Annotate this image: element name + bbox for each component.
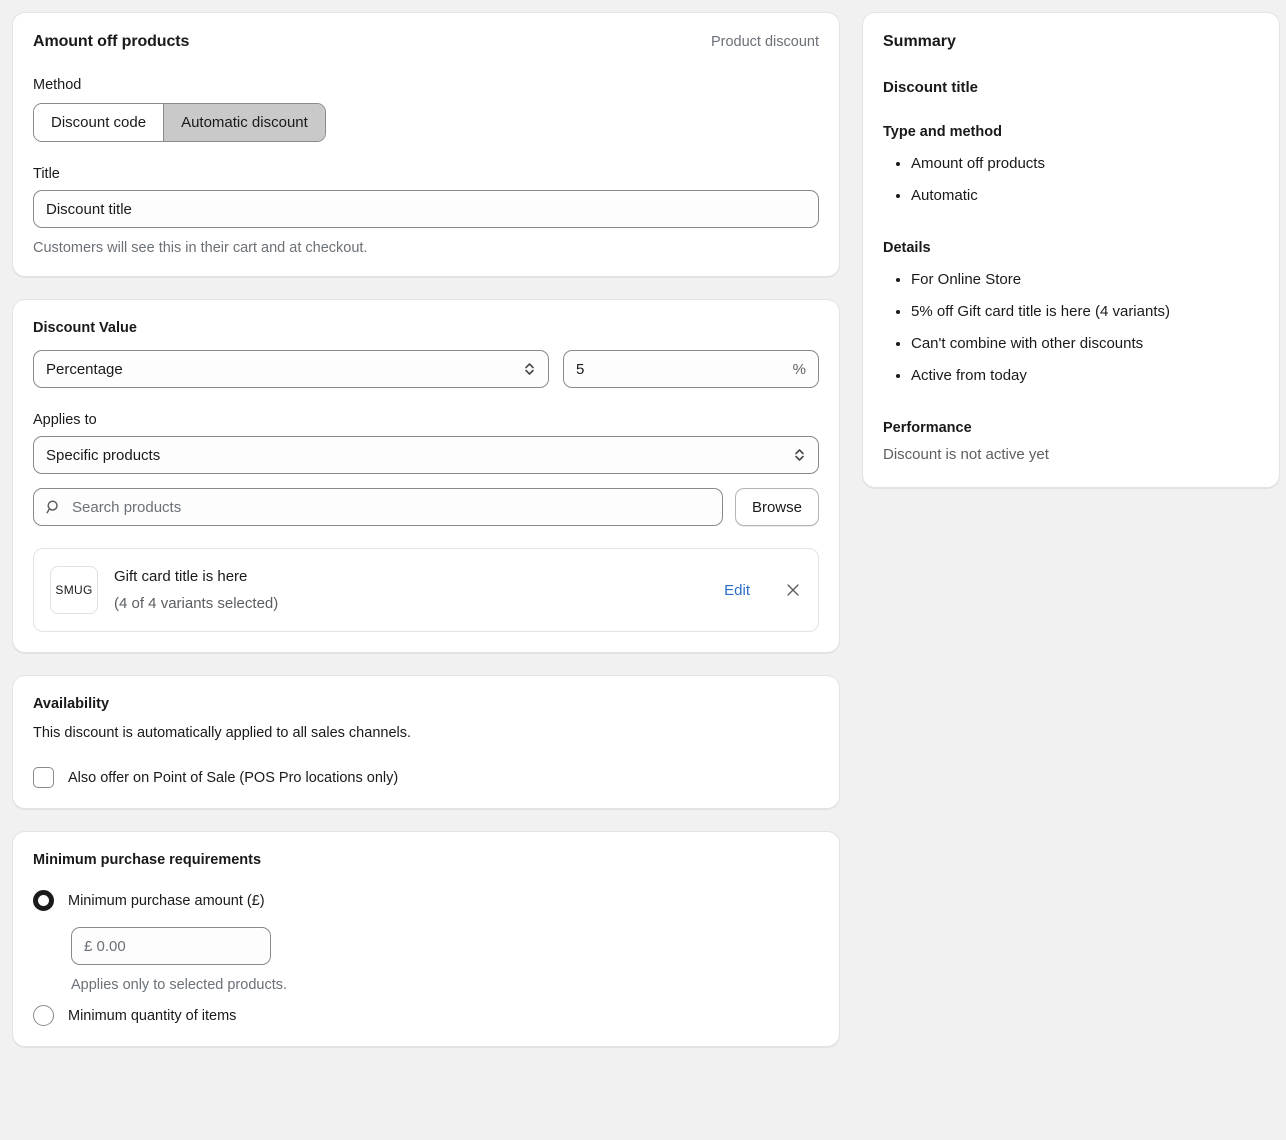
- summary-discount-title: Discount title: [883, 79, 979, 96]
- list-item: Automatic: [911, 180, 1259, 212]
- page-title: Amount off products: [33, 33, 190, 50]
- method-option-discount-code[interactable]: Discount code: [34, 104, 164, 141]
- value-type-select[interactable]: Percentage: [33, 350, 549, 388]
- method-option-automatic-discount[interactable]: Automatic discount: [163, 104, 325, 141]
- selected-product-row: SMUG Gift card title is here (4 of 4 var…: [33, 548, 819, 632]
- summary-type-and-method-heading: Type and method: [883, 124, 1002, 140]
- chevron-updown-icon: [523, 360, 536, 378]
- minimum-purchase-title: Minimum purchase requirements: [33, 852, 262, 868]
- percent-suffix: %: [792, 360, 806, 378]
- list-item: Can't combine with other discounts: [911, 328, 1259, 360]
- summary-details-heading: Details: [883, 240, 931, 256]
- title-help-text: Customers will see this in their cart an…: [33, 240, 368, 256]
- minimum-quantity-radio-row[interactable]: Minimum quantity of items: [33, 1005, 819, 1026]
- product-variants-count: (4 of 4 variants selected): [114, 595, 279, 612]
- list-item: Active from today: [911, 360, 1259, 392]
- discount-value-row: Percentage 5 %: [33, 350, 819, 388]
- minimum-amount-radio[interactable]: [33, 890, 54, 911]
- minimum-amount-placeholder: £ 0.00: [84, 937, 126, 955]
- minimum-amount-radio-row[interactable]: Minimum purchase amount (£): [33, 890, 819, 911]
- edit-product-link[interactable]: Edit: [724, 582, 750, 599]
- product-text: Gift card title is here (4 of 4 variants…: [114, 563, 708, 617]
- availability-title: Availability: [33, 696, 110, 712]
- browse-button[interactable]: Browse: [734, 488, 819, 526]
- availability-description: This discount is automatically applied t…: [33, 725, 412, 741]
- title-input-value: Discount title: [46, 200, 132, 218]
- method-segmented-control[interactable]: Discount code Automatic discount: [33, 103, 326, 142]
- availability-card: Availability This discount is automatica…: [12, 675, 840, 809]
- summary-type-and-method-list: Amount off products Automatic: [883, 148, 1259, 212]
- minimum-amount-radio-label: Minimum purchase amount (£): [68, 892, 265, 909]
- discount-type-label: Product discount: [710, 34, 819, 50]
- method-label: Method: [33, 77, 82, 93]
- search-products-input[interactable]: Search products: [33, 488, 723, 526]
- discount-editor-page: Amount off products Product discount Met…: [0, 0, 1286, 1140]
- minimum-quantity-radio-label: Minimum quantity of items: [68, 1007, 237, 1024]
- discount-percentage-value: 5: [576, 360, 585, 378]
- title-field-label: Title: [33, 166, 60, 182]
- bottom-fade: [12, 1114, 840, 1140]
- chevron-updown-icon: [793, 446, 806, 464]
- main-column: Amount off products Product discount Met…: [12, 12, 840, 1047]
- discount-percentage-input[interactable]: 5 %: [563, 350, 819, 388]
- discount-value-card: Discount Value Percentage 5 % Applies to: [12, 299, 840, 653]
- summary-heading: Summary: [883, 33, 956, 50]
- applies-to-label: Applies to: [33, 412, 97, 428]
- summary-details-list: For Online Store 5% off Gift card title …: [883, 264, 1259, 392]
- applies-to-select[interactable]: Specific products: [33, 436, 819, 474]
- summary-card: Summary Discount title Type and method A…: [862, 12, 1280, 488]
- pos-checkbox[interactable]: [33, 767, 54, 788]
- summary-column: Summary Discount title Type and method A…: [862, 12, 1280, 488]
- pos-checkbox-label: Also offer on Point of Sale (POS Pro loc…: [68, 769, 399, 786]
- list-item: 5% off Gift card title is here (4 varian…: [911, 296, 1259, 328]
- amount-off-products-card: Amount off products Product discount Met…: [12, 12, 840, 277]
- search-icon: [46, 499, 62, 515]
- value-type-select-value: Percentage: [46, 360, 123, 378]
- list-item: Amount off products: [911, 148, 1259, 180]
- search-products-placeholder: Search products: [72, 498, 182, 516]
- product-thumbnail: SMUG: [50, 566, 98, 614]
- applies-to-select-value: Specific products: [46, 446, 161, 464]
- summary-performance-note: Discount is not active yet: [883, 446, 1049, 463]
- summary-performance-heading: Performance: [883, 420, 972, 436]
- list-item: For Online Store: [911, 264, 1259, 296]
- title-input[interactable]: Discount title: [33, 190, 819, 228]
- discount-value-title: Discount Value: [33, 320, 137, 336]
- remove-product-icon[interactable]: [784, 581, 802, 599]
- card-header: Amount off products Product discount: [33, 33, 819, 51]
- minimum-amount-help: Applies only to selected products.: [71, 977, 288, 993]
- minimum-amount-input[interactable]: £ 0.00: [71, 927, 271, 965]
- minimum-purchase-card: Minimum purchase requirements Minimum pu…: [12, 831, 840, 1047]
- pos-checkbox-row[interactable]: Also offer on Point of Sale (POS Pro loc…: [33, 767, 819, 788]
- minimum-quantity-radio[interactable]: [33, 1005, 54, 1026]
- product-search-row: Search products Browse: [33, 488, 819, 526]
- product-name: Gift card title is here: [114, 568, 248, 585]
